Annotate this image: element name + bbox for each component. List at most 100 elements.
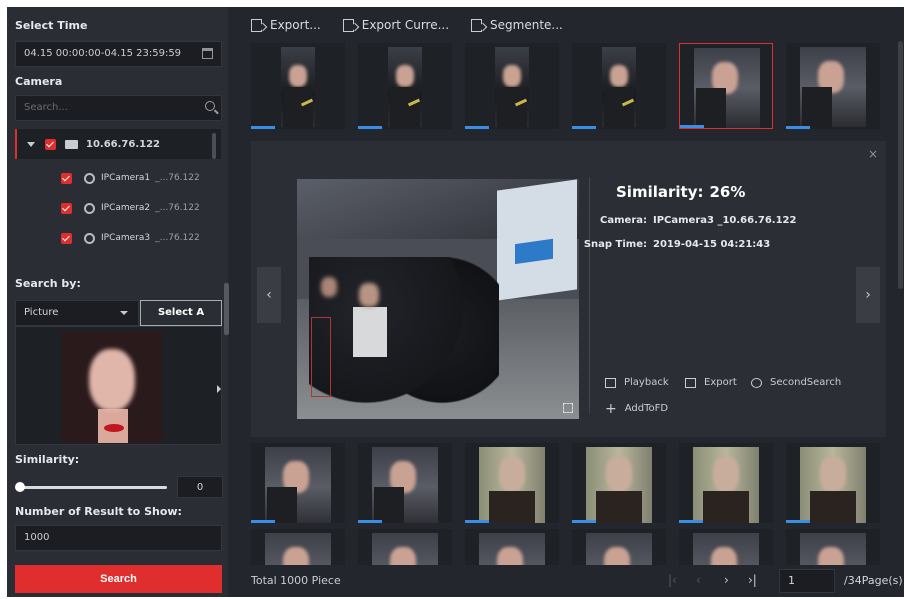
search-by-value: Picture bbox=[24, 307, 59, 318]
segmented-label: Segmente... bbox=[490, 18, 563, 32]
prev-page-button[interactable]: ‹ bbox=[696, 573, 701, 587]
result-thumbnail[interactable] bbox=[572, 43, 666, 129]
search-by-title: Search by: bbox=[15, 277, 81, 290]
tree-node-root[interactable]: 10.66.76.122 bbox=[15, 129, 221, 159]
thumbnail-progress bbox=[572, 520, 596, 523]
result-count-input[interactable]: 1000 bbox=[15, 525, 222, 551]
calendar-icon[interactable] bbox=[202, 48, 213, 59]
checkbox-ipcamera1[interactable] bbox=[61, 172, 72, 184]
plus-icon: + bbox=[605, 400, 617, 417]
camera-ip: _...76.122 bbox=[155, 173, 200, 183]
export-current-label: Export Curre... bbox=[361, 18, 450, 32]
similarity-slider[interactable] bbox=[19, 486, 167, 489]
time-range-field[interactable]: 04.15 00:00:00-04.15 23:59:59 bbox=[15, 41, 222, 67]
result-thumbnail[interactable] bbox=[572, 443, 666, 523]
segmented-export-button[interactable]: Segmente... bbox=[471, 18, 563, 32]
second-search-button[interactable]: SecondSearch bbox=[751, 377, 841, 388]
result-thumbnail[interactable] bbox=[465, 529, 559, 565]
similarity-title: Similarity: bbox=[15, 453, 80, 466]
result-thumbnail[interactable] bbox=[465, 43, 559, 129]
add-to-fd-label: AddToFD bbox=[624, 403, 669, 414]
folder-icon bbox=[65, 139, 78, 149]
detail-export-button[interactable]: Export bbox=[685, 377, 737, 388]
result-thumbnail[interactable] bbox=[251, 529, 345, 565]
camera-search-input[interactable]: Search... bbox=[15, 95, 222, 121]
search-panel: Select Time 04.15 00:00:00-04.15 23:59:5… bbox=[7, 7, 229, 597]
playback-button[interactable]: Playback bbox=[605, 377, 669, 388]
thumbnail-progress bbox=[358, 126, 382, 129]
panel-collapse-handle[interactable] bbox=[224, 283, 229, 335]
search-by-select[interactable]: Picture bbox=[15, 300, 139, 326]
chevron-down-icon bbox=[120, 311, 128, 315]
snap-time-value: 2019-04-15 04:21:43 bbox=[653, 239, 771, 250]
time-range-value: 04.15 00:00:00-04.15 23:59:59 bbox=[24, 48, 182, 59]
previous-result-button[interactable]: ‹ bbox=[257, 267, 281, 323]
add-to-fd-button[interactable]: + AddToFD bbox=[605, 400, 669, 417]
camera-name: IPCamera2 bbox=[101, 203, 151, 213]
close-icon[interactable]: × bbox=[868, 147, 878, 161]
camera-search-placeholder: Search... bbox=[24, 102, 68, 113]
export-label: Export... bbox=[270, 18, 321, 32]
result-thumbnail[interactable] bbox=[465, 443, 559, 523]
result-thumbnail[interactable] bbox=[358, 443, 452, 523]
result-thumbnail-selected[interactable] bbox=[679, 43, 773, 129]
camera-icon bbox=[84, 202, 95, 214]
search-button[interactable]: Search bbox=[15, 565, 222, 593]
result-thumbnail[interactable] bbox=[679, 529, 773, 565]
result-thumbnail[interactable] bbox=[358, 529, 452, 565]
magnifier-icon bbox=[751, 377, 762, 388]
first-page-button[interactable]: |‹ bbox=[668, 573, 677, 587]
result-thumbnail[interactable] bbox=[786, 43, 880, 129]
export-button[interactable]: Export... bbox=[251, 18, 321, 32]
chevron-right-icon[interactable] bbox=[217, 385, 221, 393]
page-number-input[interactable]: 1 bbox=[779, 569, 835, 593]
thumbnail-progress bbox=[680, 125, 704, 128]
similarity-value-field[interactable]: 0 bbox=[177, 476, 223, 498]
select-picture-button[interactable]: Select A Pict... bbox=[140, 300, 222, 342]
tree-item-ipcamera3[interactable]: IPCamera3 _...76.122 bbox=[15, 223, 221, 253]
results-scrollbar[interactable] bbox=[898, 41, 903, 289]
thumbnail-progress bbox=[251, 126, 275, 129]
tree-scrollbar[interactable] bbox=[212, 133, 216, 159]
result-thumbnail[interactable] bbox=[358, 43, 452, 129]
result-thumbnail[interactable] bbox=[251, 443, 345, 523]
next-result-button[interactable]: › bbox=[856, 267, 880, 323]
result-thumbnail[interactable] bbox=[786, 529, 880, 565]
thumbnail-progress bbox=[786, 520, 810, 523]
tree-item-ipcamera1[interactable]: IPCamera1 _...76.122 bbox=[15, 163, 221, 193]
snap-time-key: Snap Time: bbox=[583, 239, 647, 250]
export-current-button[interactable]: Export Curre... bbox=[342, 18, 450, 32]
expand-caret-icon[interactable] bbox=[27, 141, 35, 147]
tree-item-ipcamera2[interactable]: IPCamera2 _...76.122 bbox=[15, 193, 221, 223]
fullscreen-icon[interactable] bbox=[563, 403, 573, 413]
camera-value: IPCamera3 _10.66.76.122 bbox=[653, 215, 797, 226]
export-icon bbox=[251, 18, 262, 32]
similarity-label: Similarity: bbox=[616, 183, 704, 201]
thumbnail-progress bbox=[465, 126, 489, 129]
camera-info: Camera: IPCamera3 _10.66.76.122 bbox=[551, 215, 796, 226]
result-thumbnail[interactable] bbox=[786, 443, 880, 523]
camera-key: Camera: bbox=[600, 215, 647, 226]
snap-time-info: Snap Time: 2019-04-15 04:21:43 bbox=[551, 239, 770, 250]
thumbnail-progress bbox=[358, 520, 382, 523]
tree-root-label: 10.66.76.122 bbox=[86, 138, 161, 150]
checkbox-ipcamera2[interactable] bbox=[61, 202, 72, 214]
toolbar: Export... Export Curre... Segmente... bbox=[251, 7, 585, 43]
selected-picture-box bbox=[15, 326, 222, 445]
last-page-button[interactable]: ›| bbox=[748, 573, 757, 587]
camera-title: Camera bbox=[15, 75, 63, 88]
camera-ip: _...76.122 bbox=[155, 233, 200, 243]
export-icon bbox=[342, 18, 354, 32]
checkbox-ipcamera3[interactable] bbox=[61, 232, 72, 244]
thumbnail-progress bbox=[786, 126, 810, 129]
similarity-slider-knob[interactable] bbox=[15, 482, 25, 492]
result-thumbnail[interactable] bbox=[251, 43, 345, 129]
result-thumbnail[interactable] bbox=[679, 443, 773, 523]
next-page-button[interactable]: › bbox=[724, 573, 729, 587]
thumbnail-progress bbox=[251, 520, 275, 523]
search-icon[interactable] bbox=[205, 101, 215, 111]
camera-tree: 10.66.76.122 IPCamera1 _...76.122 IPCame… bbox=[15, 129, 221, 267]
select-time-title: Select Time bbox=[15, 19, 88, 32]
checkbox-root[interactable] bbox=[45, 138, 56, 150]
result-thumbnail[interactable] bbox=[572, 529, 666, 565]
